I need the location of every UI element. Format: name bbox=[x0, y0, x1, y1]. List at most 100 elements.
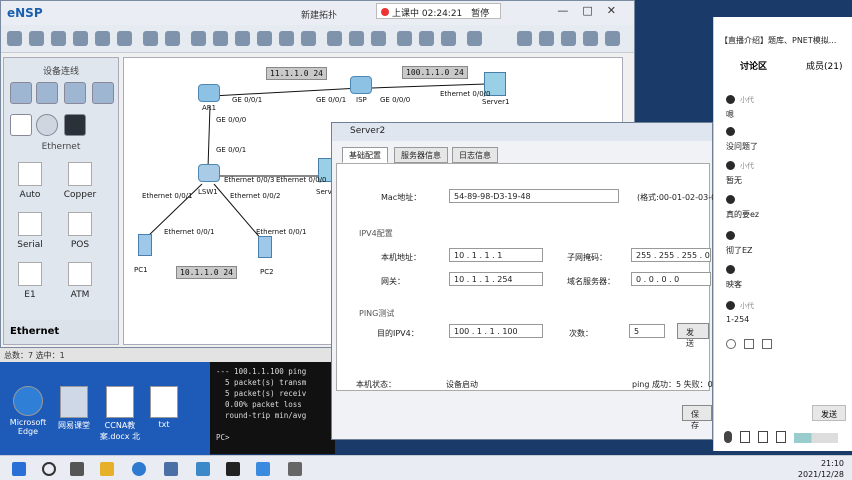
recording-indicator[interactable]: 上课中 02:24:21 暂停 bbox=[376, 3, 501, 19]
wlan-category-icon[interactable] bbox=[64, 82, 86, 104]
desktop-icon-netease[interactable]: 网易课堂 bbox=[52, 386, 96, 431]
settings-button[interactable] bbox=[517, 31, 532, 46]
avatar bbox=[726, 127, 735, 136]
print-button[interactable] bbox=[117, 31, 132, 46]
router-category-icon[interactable] bbox=[10, 82, 32, 104]
window-controls: —□✕ bbox=[557, 4, 630, 17]
zoom-reset-button[interactable] bbox=[371, 31, 386, 46]
dest-ip-field[interactable]: 100 . 1 . 1 . 100 bbox=[449, 324, 543, 338]
stop-device-button[interactable] bbox=[419, 31, 434, 46]
tab-discussion[interactable]: 讨论区 bbox=[740, 59, 767, 72]
recording-time: 上课中 02:24:21 bbox=[392, 9, 463, 19]
image-icon[interactable] bbox=[762, 339, 772, 349]
file-explorer-icon[interactable] bbox=[100, 462, 114, 476]
terminal-category-icon[interactable] bbox=[10, 114, 32, 136]
system-clock[interactable]: 21:10 2021/12/28 bbox=[798, 458, 844, 480]
edge-taskbar-icon[interactable] bbox=[132, 462, 146, 476]
open-button[interactable] bbox=[51, 31, 66, 46]
app-taskbar-icon[interactable] bbox=[288, 462, 302, 476]
volume-meter bbox=[794, 433, 838, 443]
netease-taskbar-icon[interactable] bbox=[256, 462, 270, 476]
maximize-icon[interactable]: □ bbox=[582, 4, 606, 17]
new-topology-button[interactable] bbox=[7, 31, 22, 46]
forum-button[interactable] bbox=[561, 31, 576, 46]
gateway-label: 网关： bbox=[381, 277, 405, 286]
start-device-button[interactable] bbox=[397, 31, 412, 46]
cli-button[interactable] bbox=[467, 31, 482, 46]
terminal-output[interactable]: --- 100.1.1.100 ping 5 packet(s) transm … bbox=[210, 362, 335, 454]
new-lab-button[interactable] bbox=[29, 31, 44, 46]
mac-field[interactable]: 54-89-98-D3-19-48 bbox=[449, 189, 619, 203]
search-icon[interactable] bbox=[42, 462, 56, 476]
gateway-field[interactable]: 10 . 1 . 1 . 254 bbox=[449, 272, 543, 286]
atm-cable-icon[interactable] bbox=[68, 262, 92, 286]
desktop-icon-edge[interactable]: Microsoft Edge bbox=[6, 386, 50, 436]
undo-button[interactable] bbox=[143, 31, 158, 46]
e1-cable-icon[interactable] bbox=[18, 262, 42, 286]
ensp-taskbar-icon[interactable] bbox=[164, 462, 178, 476]
cloud-category-icon[interactable] bbox=[36, 114, 58, 136]
pause-recording-button[interactable]: 暂停 bbox=[471, 9, 489, 19]
switch-category-icon[interactable] bbox=[36, 82, 58, 104]
close-icon[interactable]: ✕ bbox=[607, 4, 630, 17]
pos-cable-icon[interactable] bbox=[68, 212, 92, 236]
count-field[interactable]: 5 bbox=[629, 324, 665, 338]
bulb-icon[interactable] bbox=[776, 431, 786, 443]
delete-button[interactable] bbox=[235, 31, 250, 46]
pc1-icon[interactable] bbox=[138, 234, 152, 256]
move-button[interactable] bbox=[213, 31, 228, 46]
delete-links-button[interactable] bbox=[257, 31, 272, 46]
palette-button[interactable] bbox=[301, 31, 316, 46]
ip-address-field[interactable]: 10 . 1 . 1 . 1 bbox=[449, 248, 543, 262]
terminal-taskbar-icon[interactable] bbox=[226, 462, 240, 476]
tab-log-info[interactable]: 日志信息 bbox=[452, 147, 498, 163]
virtualbox-taskbar-icon[interactable] bbox=[196, 462, 210, 476]
live-intro[interactable]: 【直播介绍】题库、PNET模拟... bbox=[714, 35, 852, 46]
node-label-server2: Serv bbox=[316, 188, 332, 196]
router-ar1-icon[interactable] bbox=[198, 84, 220, 102]
microphone-icon[interactable] bbox=[724, 431, 732, 443]
tab-basic-config[interactable]: 基础配置 bbox=[342, 147, 388, 163]
tab-members[interactable]: 成员(21) bbox=[806, 59, 842, 72]
windows-start-icon[interactable] bbox=[12, 462, 26, 476]
save-as-button[interactable] bbox=[95, 31, 110, 46]
tab-server-info[interactable]: 服务器信息 bbox=[394, 147, 448, 163]
save-config-button[interactable]: 保存 bbox=[682, 405, 712, 430]
dns-field[interactable]: 0 . 0 . 0 . 0 bbox=[631, 272, 711, 286]
send-message-button[interactable]: 发送 bbox=[812, 405, 846, 421]
emoji-icon[interactable] bbox=[726, 339, 736, 349]
minimize-icon[interactable]: — bbox=[557, 4, 582, 17]
serial-cable-icon[interactable] bbox=[18, 212, 42, 236]
huawei-button[interactable] bbox=[605, 31, 620, 46]
text-button[interactable] bbox=[279, 31, 294, 46]
music-icon[interactable] bbox=[758, 431, 768, 443]
zoom-out-button[interactable] bbox=[349, 31, 364, 46]
help-button[interactable] bbox=[583, 31, 598, 46]
auto-cable-icon[interactable] bbox=[18, 162, 42, 186]
firewall-category-icon[interactable] bbox=[92, 82, 114, 104]
task-view-icon[interactable] bbox=[70, 462, 84, 476]
message-text: 暂无 bbox=[726, 176, 742, 185]
speaker-icon[interactable] bbox=[740, 431, 750, 443]
router-isp-icon[interactable] bbox=[350, 76, 372, 94]
send-ping-button[interactable]: 发送 bbox=[677, 323, 709, 348]
scissors-icon[interactable] bbox=[744, 339, 754, 349]
avatar bbox=[726, 95, 735, 104]
copper-cable-icon[interactable] bbox=[68, 162, 92, 186]
status-bar: 总数：7 选中：1 bbox=[0, 348, 340, 362]
topology-button[interactable] bbox=[539, 31, 554, 46]
select-button[interactable] bbox=[191, 31, 206, 46]
zoom-in-button[interactable] bbox=[327, 31, 342, 46]
message-text: 真的要ez bbox=[726, 210, 760, 219]
desktop-icon-doc[interactable]: CCNA教案.docx 北 bbox=[98, 386, 142, 442]
desktop-icon-label: 网易课堂 bbox=[58, 421, 90, 430]
save-button[interactable] bbox=[73, 31, 88, 46]
desktop-icon-label: txt bbox=[158, 420, 170, 429]
capture-button[interactable] bbox=[441, 31, 456, 46]
cable-category-icon[interactable] bbox=[64, 114, 86, 136]
redo-button[interactable] bbox=[165, 31, 180, 46]
switch-lsw1-icon[interactable] bbox=[198, 164, 220, 182]
desktop-icon-txt[interactable]: txt bbox=[142, 386, 186, 429]
pc2-icon[interactable] bbox=[258, 236, 272, 258]
subnet-mask-field[interactable]: 255 . 255 . 255 . 0 bbox=[631, 248, 711, 262]
